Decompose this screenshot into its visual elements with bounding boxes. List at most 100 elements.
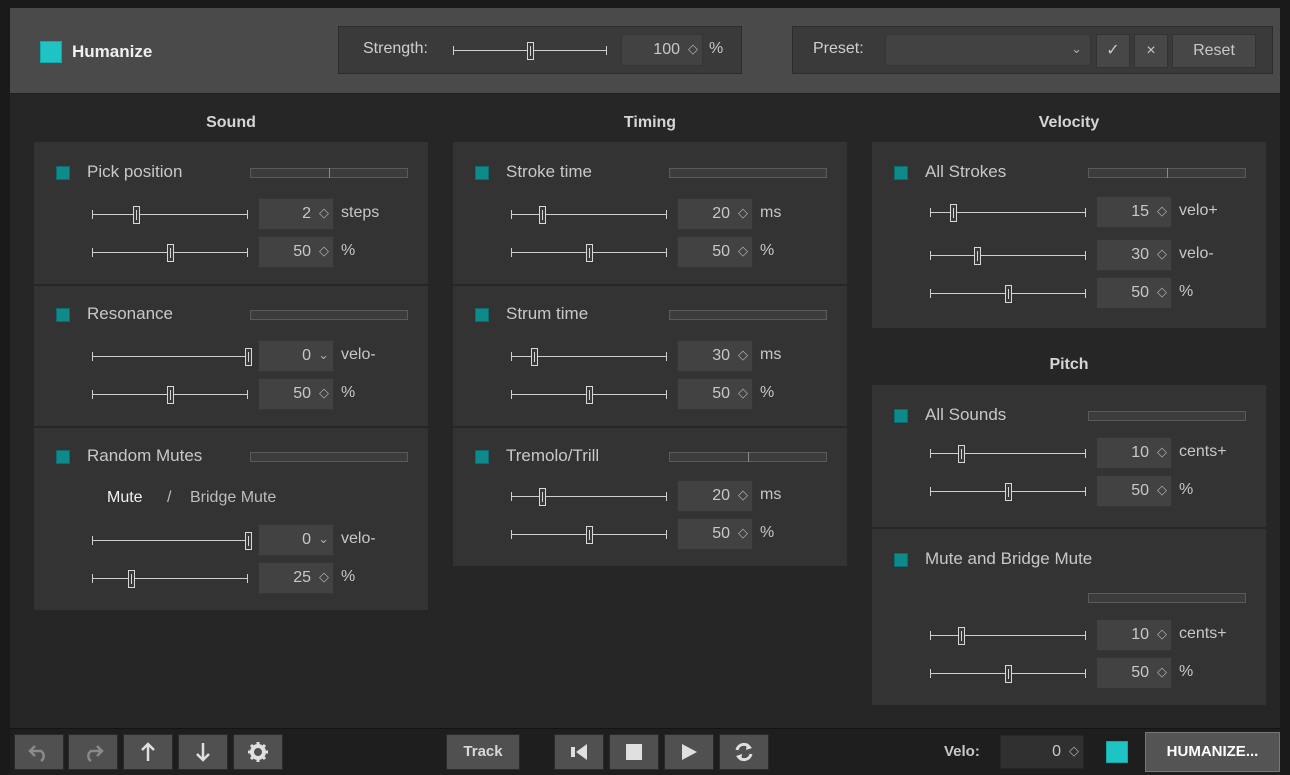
spinner-arrows-icon[interactable]: ◇: [688, 41, 698, 57]
slider-thumb[interactable]: [1005, 665, 1012, 683]
chevron-down-icon[interactable]: ⌄: [318, 347, 329, 363]
value-slider[interactable]: [930, 246, 1086, 266]
slider-thumb[interactable]: [132, 206, 140, 224]
spinner-arrows-icon[interactable]: ◇: [738, 487, 748, 503]
slider-thumb[interactable]: [245, 348, 252, 366]
slider-thumb[interactable]: [1005, 285, 1012, 303]
settings-button[interactable]: [233, 734, 283, 770]
value-box[interactable]: 10 ◇: [1096, 437, 1172, 469]
humanize-enable-checkbox[interactable]: [40, 41, 62, 63]
value-box[interactable]: 10 ◇: [1096, 619, 1172, 651]
move-down-button[interactable]: [178, 734, 228, 770]
preset-clear-button[interactable]: ×: [1134, 34, 1168, 68]
value-slider[interactable]: [511, 525, 667, 545]
preset-reset-button[interactable]: Reset: [1172, 34, 1256, 68]
humanize-button[interactable]: HUMANIZE...: [1145, 732, 1280, 772]
random-mutes-checkbox[interactable]: [56, 450, 70, 464]
spinner-arrows-icon[interactable]: ◇: [1157, 246, 1167, 262]
all-strokes-checkbox[interactable]: [894, 166, 908, 180]
value-box[interactable]: 20 ◇: [677, 198, 753, 230]
value-box[interactable]: 50 ◇: [677, 378, 753, 410]
bridge-mute-option[interactable]: Bridge Mute: [190, 489, 276, 507]
spinner-arrows-icon[interactable]: ◇: [738, 385, 748, 401]
value-slider[interactable]: [92, 531, 252, 551]
value-slider[interactable]: [92, 243, 248, 263]
value-slider[interactable]: [511, 385, 667, 405]
humanize-toggle-checkbox[interactable]: [1106, 741, 1128, 763]
strum-time-checkbox[interactable]: [475, 308, 489, 322]
spinner-arrows-icon[interactable]: ◇: [319, 205, 329, 221]
value-box[interactable]: 0 ⌄: [258, 524, 334, 556]
spinner-arrows-icon[interactable]: ◇: [1157, 444, 1167, 460]
value-slider[interactable]: [92, 385, 248, 405]
move-up-button[interactable]: [123, 734, 173, 770]
value-slider[interactable]: [930, 482, 1086, 502]
track-button[interactable]: Track: [446, 734, 520, 770]
slider-thumb[interactable]: [586, 526, 593, 544]
value-slider[interactable]: [511, 487, 667, 507]
value-box[interactable]: 50 ◇: [677, 236, 753, 268]
slider-thumb[interactable]: [586, 386, 593, 404]
value-box[interactable]: 50 ◇: [1096, 657, 1172, 689]
value-box[interactable]: 15 ◇: [1096, 196, 1172, 228]
value-box[interactable]: 0 ⌄: [258, 340, 334, 372]
spinner-arrows-icon[interactable]: ◇: [319, 385, 329, 401]
value-box[interactable]: 25 ◇: [258, 562, 334, 594]
value-slider[interactable]: [92, 569, 248, 589]
spinner-arrows-icon[interactable]: ◇: [1157, 284, 1167, 300]
slider-thumb[interactable]: [1005, 483, 1012, 501]
value-box[interactable]: 50 ◇: [677, 518, 753, 550]
value-box[interactable]: 50 ◇: [258, 378, 334, 410]
slider-thumb[interactable]: [973, 247, 981, 265]
spinner-arrows-icon[interactable]: ◇: [738, 347, 748, 363]
velo-value-box[interactable]: 0 ◇: [1000, 735, 1084, 769]
slider-thumb[interactable]: [167, 244, 174, 262]
resonance-checkbox[interactable]: [56, 308, 70, 322]
value-slider[interactable]: [930, 284, 1086, 304]
value-box[interactable]: 30 ◇: [1096, 239, 1172, 271]
undo-button[interactable]: [14, 734, 64, 770]
stop-button[interactable]: [609, 734, 659, 770]
pick-position-checkbox[interactable]: [56, 166, 70, 180]
value-slider[interactable]: [930, 203, 1086, 223]
spinner-arrows-icon[interactable]: ◇: [738, 205, 748, 221]
value-box[interactable]: 30 ◇: [677, 340, 753, 372]
value-slider[interactable]: [930, 444, 1086, 464]
chevron-down-icon[interactable]: ⌄: [318, 531, 329, 547]
play-button[interactable]: [664, 734, 714, 770]
strength-value-box[interactable]: 100 ◇: [621, 34, 703, 66]
mute-option[interactable]: Mute: [107, 489, 143, 507]
spinner-arrows-icon[interactable]: ◇: [1069, 743, 1079, 759]
value-slider[interactable]: [930, 626, 1086, 646]
loop-button[interactable]: [719, 734, 769, 770]
slider-thumb[interactable]: [167, 386, 174, 404]
preset-confirm-button[interactable]: ✓: [1096, 34, 1130, 68]
strength-slider[interactable]: [453, 41, 607, 61]
spinner-arrows-icon[interactable]: ◇: [1157, 203, 1167, 219]
preset-dropdown[interactable]: ⌄: [885, 34, 1091, 66]
spinner-arrows-icon[interactable]: ◇: [319, 569, 329, 585]
stroke-time-checkbox[interactable]: [475, 166, 489, 180]
rewind-button[interactable]: [554, 734, 604, 770]
value-slider[interactable]: [511, 243, 667, 263]
slider-thumb[interactable]: [245, 532, 252, 550]
spinner-arrows-icon[interactable]: ◇: [319, 243, 329, 259]
value-slider[interactable]: [92, 347, 252, 367]
mute-bridge-checkbox[interactable]: [894, 553, 908, 567]
slider-thumb[interactable]: [958, 627, 966, 645]
value-box[interactable]: 20 ◇: [677, 480, 753, 512]
tremolo-trill-checkbox[interactable]: [475, 450, 489, 464]
slider-thumb[interactable]: [539, 488, 547, 506]
value-slider[interactable]: [930, 664, 1086, 684]
slider-thumb[interactable]: [531, 348, 539, 366]
strength-slider-thumb[interactable]: [527, 42, 534, 60]
spinner-arrows-icon[interactable]: ◇: [1157, 626, 1167, 642]
spinner-arrows-icon[interactable]: ◇: [738, 525, 748, 541]
spinner-arrows-icon[interactable]: ◇: [1157, 664, 1167, 680]
slider-thumb[interactable]: [539, 206, 547, 224]
value-slider[interactable]: [92, 205, 248, 225]
spinner-arrows-icon[interactable]: ◇: [1157, 482, 1167, 498]
chevron-down-icon[interactable]: ⌄: [1071, 41, 1082, 57]
slider-thumb[interactable]: [586, 244, 593, 262]
value-box[interactable]: 2 ◇: [258, 198, 334, 230]
